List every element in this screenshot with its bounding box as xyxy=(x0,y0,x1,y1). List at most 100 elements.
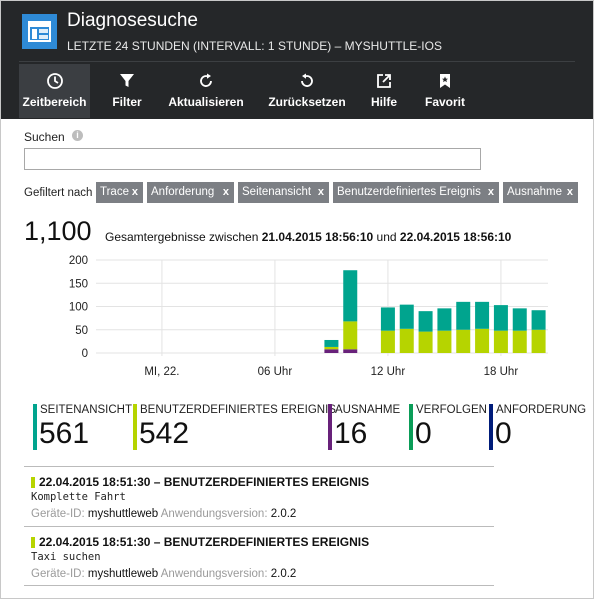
event-message: Taxi suchen xyxy=(31,551,101,563)
stat-label: AUSNAHME xyxy=(335,404,401,416)
undo-icon xyxy=(265,72,349,90)
info-icon[interactable]: i xyxy=(72,130,83,141)
bar-seitenansicht xyxy=(437,308,452,331)
filter-chip-ausnahme[interactable]: Ausnahme x xyxy=(503,182,578,203)
bar-seitenansicht xyxy=(493,305,508,331)
range-start: 21.04.2015 18:56:10 xyxy=(261,230,374,244)
filter-button[interactable]: Filter xyxy=(101,64,153,118)
stat-value: 0 xyxy=(495,417,512,450)
event-title: 22.04.2015 18:51:30 – BENUTZERDEFINIERTE… xyxy=(39,535,370,549)
total-prefix: Gesamtergebnisse zwischen xyxy=(105,230,259,244)
command-bar: Zeitbereich Filter Aktualisieren Zurücks… xyxy=(1,64,593,118)
reset-button[interactable]: Zurücksetzen xyxy=(265,64,349,118)
help-button[interactable]: Hilfe xyxy=(363,64,405,118)
chip-label: Benutzerdefiniertes Ereignis xyxy=(337,186,481,198)
bar-seitenansicht xyxy=(399,304,414,329)
event-message: Komplette Fahrt xyxy=(31,491,126,503)
range-end: 22.04.2015 18:56:10 xyxy=(399,230,512,244)
stat-value: 542 xyxy=(139,417,190,450)
page-subtitle: LETZTE 24 STUNDEN (INTERVALL: 1 STUNDE) … xyxy=(67,39,442,53)
device-id-value: myshuttleweb xyxy=(87,568,159,580)
y-tick-label: 200 xyxy=(69,255,88,267)
bar-ausnahme xyxy=(324,349,339,353)
bar-seitenansicht xyxy=(456,301,471,330)
total-range-text: Gesamtergebnisse zwischen 21.04.2015 18:… xyxy=(105,230,511,244)
range-connector: und xyxy=(376,230,397,244)
device-id-value: myshuttleweb xyxy=(87,508,159,520)
chip-label: Seitenansicht xyxy=(242,186,312,198)
favorite-button[interactable]: Favorit xyxy=(419,64,471,118)
total-count: 1,100 xyxy=(24,216,92,246)
refresh-icon xyxy=(165,72,247,90)
stat-color-bar xyxy=(328,404,332,450)
chip-label: Ausnahme xyxy=(507,186,562,198)
list-divider xyxy=(24,585,494,586)
bar-seitenansicht xyxy=(380,307,395,331)
stat-label: VERFOLGEN xyxy=(416,404,487,416)
bar-benutzerdefiniert xyxy=(399,328,414,353)
stat-label: ANFORDERUNG xyxy=(496,404,587,416)
chip-label: Anforderung xyxy=(151,186,215,198)
y-tick-label: 100 xyxy=(69,302,88,314)
x-tick-label: 18 Uhr xyxy=(484,366,519,378)
search-input[interactable] xyxy=(24,148,481,170)
event-type-marker xyxy=(31,477,35,488)
bookmark-icon xyxy=(419,72,471,90)
event-list-item[interactable]: 22.04.2015 18:51:30 – BENUTZERDEFINIERTE… xyxy=(31,535,491,581)
remove-chip-icon[interactable]: x xyxy=(223,182,229,203)
event-meta: Geräte-ID: myshuttleweb Anwendungsversio… xyxy=(31,568,296,580)
filter-chip-anforderung[interactable]: Anforderung x xyxy=(147,182,234,203)
filter-by-label: Gefiltert nach xyxy=(24,187,93,199)
funnel-icon xyxy=(101,72,153,90)
bar-benutzerdefiniert xyxy=(456,329,471,353)
chip-label: Trace xyxy=(100,186,129,198)
app-version-key: Anwendungsversion: xyxy=(160,568,268,580)
list-divider xyxy=(24,526,494,527)
remove-chip-icon[interactable]: x xyxy=(488,182,494,203)
event-chart[interactable]: 200 150 100 50 0 MI, 22. 06 Uhr 12 Uhr 18 Uhr xyxy=(56,251,556,386)
app-version-value: 2.0.2 xyxy=(270,508,297,520)
favorite-label: Favorit xyxy=(424,95,465,109)
stat-value: 16 xyxy=(334,417,368,450)
device-id-key: Geräte-ID: xyxy=(31,508,85,520)
bar-seitenansicht xyxy=(324,339,339,347)
time-range-button[interactable]: Zeitbereich xyxy=(19,64,90,118)
app-version-value: 2.0.2 xyxy=(270,568,297,580)
bar-benutzerdefiniert xyxy=(512,330,527,353)
stat-color-bar xyxy=(489,404,493,450)
bar-seitenansicht xyxy=(531,310,546,330)
bar-benutzerdefiniert xyxy=(475,328,490,353)
event-title: 22.04.2015 18:51:30 – BENUTZERDEFINIERTE… xyxy=(39,475,370,489)
bar-benutzerdefiniert xyxy=(324,346,339,350)
stat-color-bar xyxy=(133,404,137,450)
help-label: Hilfe xyxy=(370,95,397,109)
stat-label: BENUTZERDEFINIERTES EREIGNIS xyxy=(140,404,336,416)
filter-label: Filter xyxy=(112,95,142,109)
bar-benutzerdefiniert xyxy=(343,321,358,350)
x-tick-label: 06 Uhr xyxy=(258,366,293,378)
event-list-item[interactable]: 22.04.2015 18:51:30 – BENUTZERDEFINIERTE… xyxy=(31,475,491,521)
search-label: Suchen xyxy=(24,130,65,144)
stat-value: 0 xyxy=(415,417,432,450)
refresh-button[interactable]: Aktualisieren xyxy=(165,64,247,118)
header-divider xyxy=(19,61,575,62)
bar-benutzerdefiniert xyxy=(531,329,546,353)
event-type-marker xyxy=(31,537,35,548)
filter-chip-seitenansicht[interactable]: Seitenansicht x xyxy=(238,182,329,203)
y-tick-label: 50 xyxy=(75,325,88,337)
external-link-icon xyxy=(363,72,405,90)
bar-benutzerdefiniert xyxy=(493,330,508,353)
stat-color-bar xyxy=(33,404,37,450)
bar-benutzerdefiniert xyxy=(380,330,395,353)
clock-icon xyxy=(19,72,90,90)
event-meta: Geräte-ID: myshuttleweb Anwendungsversio… xyxy=(31,508,296,520)
filter-chip-trace[interactable]: Trace x xyxy=(96,182,143,203)
y-tick-label: 0 xyxy=(82,348,88,360)
remove-chip-icon[interactable]: x xyxy=(318,182,324,203)
dashboard-icon xyxy=(22,14,57,49)
diagnostic-search-blade: Diagnosesuche LETZTE 24 STUNDEN (INTERVA… xyxy=(0,0,594,599)
remove-chip-icon[interactable]: x xyxy=(132,182,138,203)
filter-chip-benutzerdefiniertes-ereignis[interactable]: Benutzerdefiniertes Ereignis x xyxy=(333,182,499,203)
y-tick-label: 150 xyxy=(69,278,88,290)
remove-chip-icon[interactable]: x xyxy=(567,182,573,203)
